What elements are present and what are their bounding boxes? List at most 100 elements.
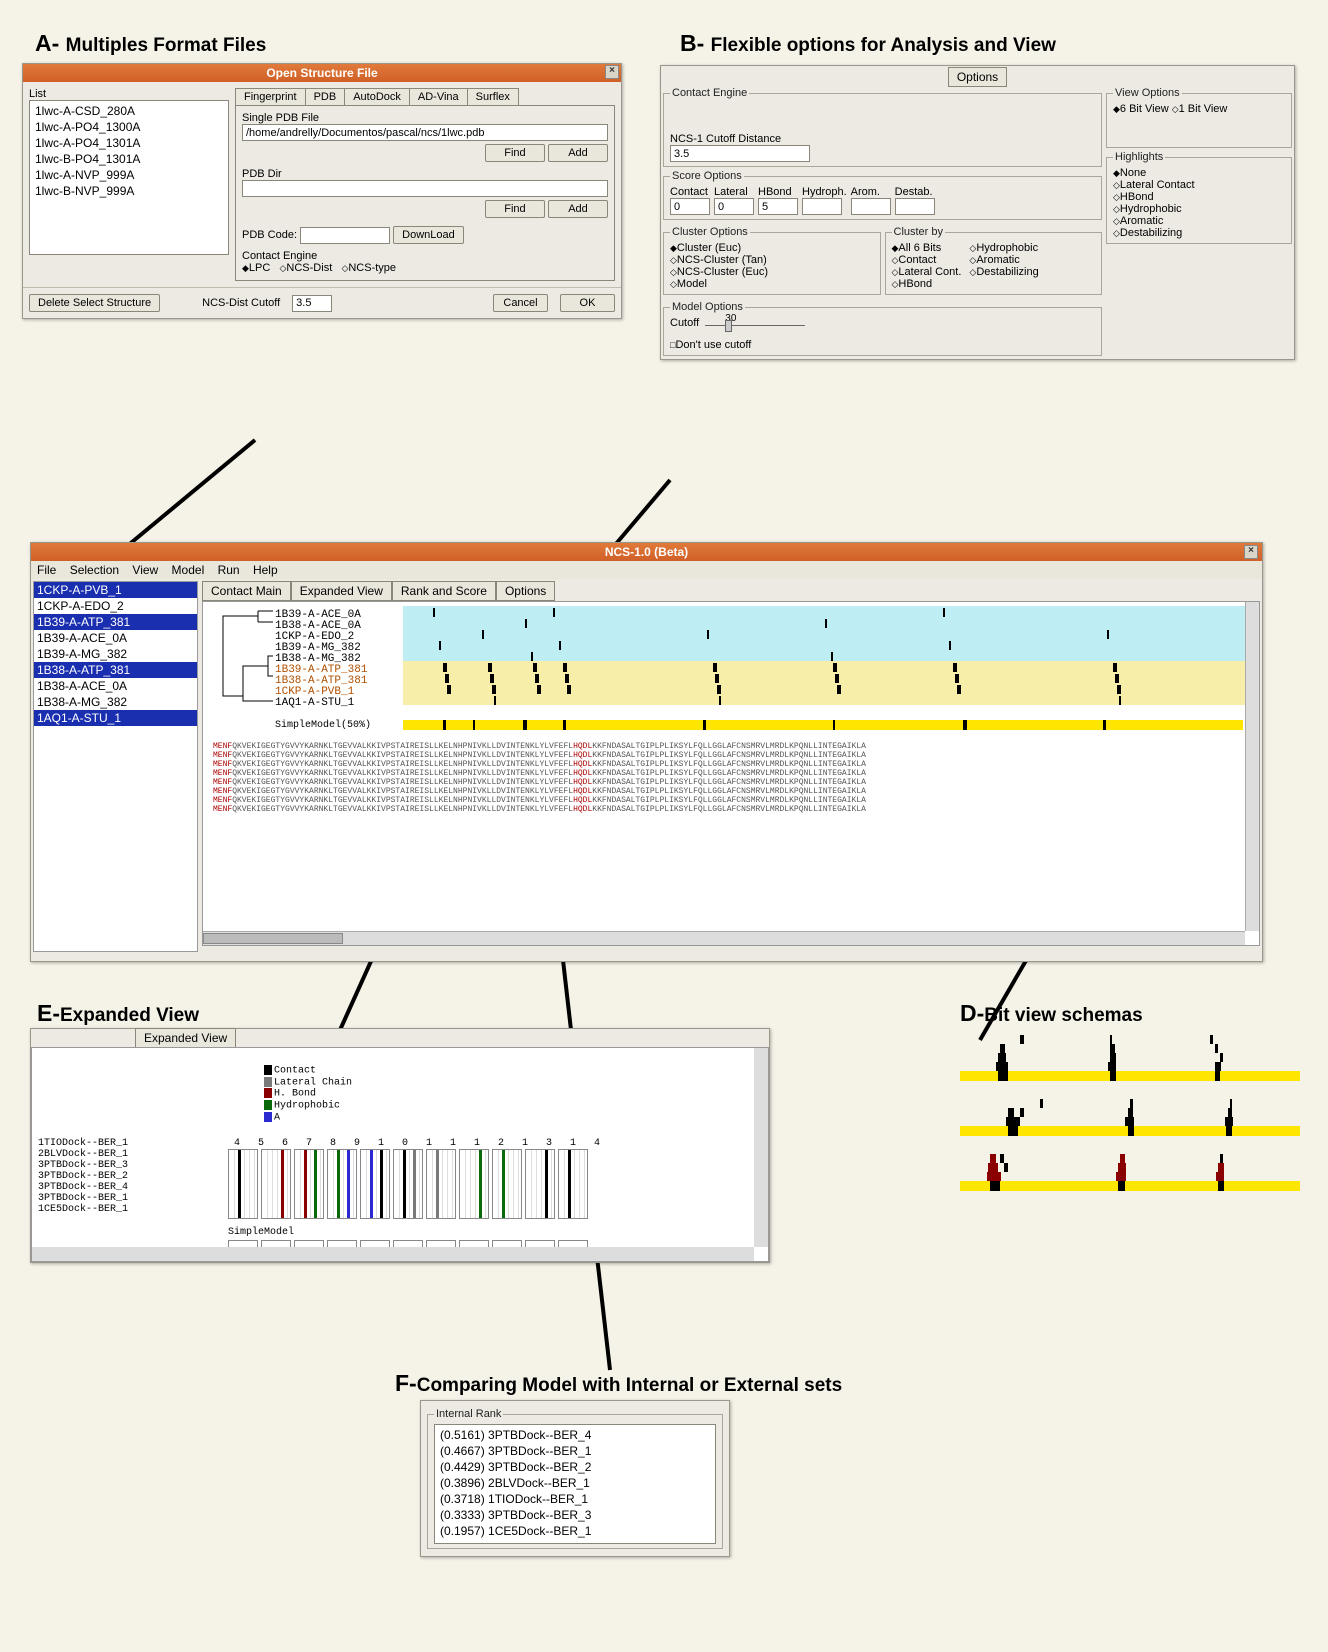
internal-rank-panel: Internal Rank (0.5161) 3PTBDock--BER_4(0…	[420, 1400, 730, 1557]
list-item[interactable]: (0.5161) 3PTBDock--BER_4	[437, 1427, 713, 1443]
tab-fingerprint[interactable]: Fingerprint	[235, 88, 306, 105]
cutoff-slider[interactable]	[725, 320, 732, 332]
radio-hl-hydro[interactable]: Hydrophobic	[1113, 203, 1285, 215]
list-item[interactable]: 1lwc-A-NVP_999A	[32, 167, 226, 183]
tab-expanded-view[interactable]: Expanded View	[291, 581, 392, 601]
close-icon[interactable]: ×	[605, 65, 619, 79]
tab-advina[interactable]: AD-Vina	[409, 88, 468, 105]
scrollbar-h[interactable]	[32, 1247, 754, 1261]
menu-bar: File Selection View Model Run Help	[31, 561, 1262, 579]
ncs-cutoff-input[interactable]	[670, 145, 810, 162]
score-lateral[interactable]	[714, 198, 754, 215]
pdb-dir-label: PDB Dir	[242, 168, 608, 180]
score-contact[interactable]	[670, 198, 710, 215]
find-button[interactable]: Find	[485, 144, 545, 162]
radio-aromatic[interactable]: Aromatic	[969, 254, 1038, 266]
list-item[interactable]: 1lwc-A-CSD_280A	[32, 103, 226, 119]
radio-lpc[interactable]: LPC	[242, 262, 270, 274]
tab-pdb[interactable]: PDB	[305, 88, 346, 105]
list-item[interactable]: (0.3896) 2BLVDock--BER_1	[437, 1475, 713, 1491]
list-item[interactable]: (0.3718) 1TIODock--BER_1	[437, 1491, 713, 1507]
radio-cluster-euc[interactable]: Cluster (Euc)	[670, 242, 874, 254]
radio-hl-hbond[interactable]: HBond	[1113, 191, 1285, 203]
tab-rank-score[interactable]: Rank and Score	[392, 581, 496, 601]
model-cutoff-label: Cutoff	[670, 317, 699, 329]
tab-autodock[interactable]: AutoDock	[344, 88, 410, 105]
scrollbar-v[interactable]	[754, 1048, 768, 1247]
cancel-button[interactable]: Cancel	[493, 294, 548, 312]
radio-cluster-tan[interactable]: NCS-Cluster (Tan)	[670, 254, 874, 266]
ok-button[interactable]: OK	[560, 294, 615, 312]
delete-button[interactable]: Delete Select Structure	[29, 294, 160, 312]
main-title-bar: NCS-1.0 (Beta) _ □ ×	[31, 543, 1262, 561]
tab-options-main[interactable]: Options	[496, 581, 555, 601]
score-destab[interactable]	[895, 198, 935, 215]
list-item[interactable]: 1lwc-B-PO4_1301A	[32, 151, 226, 167]
list-item[interactable]: 1CKP-A-EDO_2	[34, 598, 197, 614]
list-item[interactable]: 1lwc-A-PO4_1300A	[32, 119, 226, 135]
single-pdb-input[interactable]	[242, 124, 608, 141]
side-list[interactable]: 1CKP-A-PVB_11CKP-A-EDO_21B39-A-ATP_3811B…	[33, 581, 198, 952]
tab-surflex[interactable]: Surflex	[467, 88, 519, 105]
heading-d: Bit view schemas	[984, 1005, 1142, 1026]
pdb-code-label: PDB Code:	[242, 229, 297, 241]
score-hbond[interactable]	[758, 198, 798, 215]
radio-hl-none[interactable]: None	[1113, 167, 1285, 179]
list-item[interactable]: (0.1957) 1CE5Dock--BER_1	[437, 1523, 713, 1539]
open-structure-window: Open Structure File × List 1lwc-A-CSD_28…	[22, 63, 622, 319]
rank-list[interactable]: (0.5161) 3PTBDock--BER_4(0.4667) 3PTBDoc…	[434, 1424, 716, 1544]
close-icon[interactable]: ×	[1244, 545, 1258, 559]
pdb-code-input[interactable]	[300, 227, 390, 244]
radio-hl-lateral[interactable]: Lateral Contact	[1113, 179, 1285, 191]
download-button[interactable]: DownLoad	[393, 226, 464, 244]
radio-6bit[interactable]: 6 Bit View	[1113, 103, 1169, 115]
radio-contact[interactable]: Contact	[892, 254, 962, 266]
radio-all6[interactable]: All 6 Bits	[892, 242, 962, 254]
radio-hl-destab[interactable]: Destabilizing	[1113, 227, 1285, 239]
list-item[interactable]: (0.4429) 3PTBDock--BER_2	[437, 1459, 713, 1475]
scrollbar-v[interactable]	[1245, 602, 1259, 931]
scrollbar-h[interactable]	[203, 931, 1245, 945]
list-item[interactable]: 1B39-A-ATP_381	[34, 614, 197, 630]
tab-expanded[interactable]: Expanded View	[135, 1028, 236, 1048]
menu-model[interactable]: Model	[172, 563, 205, 577]
radio-ncs-cluster-euc[interactable]: NCS-Cluster (Euc)	[670, 266, 874, 278]
menu-view[interactable]: View	[132, 563, 158, 577]
list-item[interactable]: 1CKP-A-PVB_1	[34, 582, 197, 598]
list-item[interactable]: 1lwc-A-PO4_1301A	[32, 135, 226, 151]
list-item[interactable]: 1AQ1-A-STU_1	[34, 710, 197, 726]
list-item[interactable]: (0.4667) 3PTBDock--BER_1	[437, 1443, 713, 1459]
list-item[interactable]: 1lwc-B-NVP_999A	[32, 183, 226, 199]
score-hydroph[interactable]	[802, 198, 842, 215]
radio-1bit[interactable]: 1 Bit View	[1172, 103, 1228, 115]
radio-model[interactable]: Model	[670, 278, 874, 290]
menu-file[interactable]: File	[37, 563, 56, 577]
view-legend: View Options	[1113, 87, 1182, 99]
list-item[interactable]: 1B38-A-MG_382	[34, 694, 197, 710]
radio-ncs-type[interactable]: NCS-type	[341, 262, 396, 274]
radio-latcont[interactable]: Lateral Cont.	[892, 266, 962, 278]
tab-contact-main[interactable]: Contact Main	[202, 581, 291, 601]
title-bar: Open Structure File ×	[23, 64, 621, 82]
find-button-2[interactable]: Find	[485, 200, 545, 218]
menu-help[interactable]: Help	[253, 563, 278, 577]
structure-list[interactable]: 1lwc-A-CSD_280A 1lwc-A-PO4_1300A 1lwc-A-…	[29, 100, 229, 255]
radio-hl-arom[interactable]: Aromatic	[1113, 215, 1285, 227]
radio-hbond[interactable]: HBond	[892, 278, 962, 290]
list-item[interactable]: 1B39-A-ACE_0A	[34, 630, 197, 646]
list-item[interactable]: 1B39-A-MG_382	[34, 646, 197, 662]
pdb-dir-input[interactable]	[242, 180, 608, 197]
radio-hydrophobic[interactable]: Hydrophobic	[969, 242, 1038, 254]
list-item[interactable]: 1B38-A-ATP_381	[34, 662, 197, 678]
list-item[interactable]: (0.3333) 3PTBDock--BER_3	[437, 1507, 713, 1523]
check-dont-use-cutoff[interactable]: Don't use cutoff	[670, 339, 1095, 351]
menu-run[interactable]: Run	[218, 563, 240, 577]
cutoff-input[interactable]	[292, 295, 332, 312]
radio-ncs-dist[interactable]: NCS-Dist	[280, 262, 333, 274]
list-item[interactable]: 1B38-A-ACE_0A	[34, 678, 197, 694]
menu-selection[interactable]: Selection	[70, 563, 119, 577]
score-arom[interactable]	[851, 198, 891, 215]
add-button-2[interactable]: Add	[548, 200, 608, 218]
radio-destab[interactable]: Destabilizing	[969, 266, 1038, 278]
add-button[interactable]: Add	[548, 144, 608, 162]
